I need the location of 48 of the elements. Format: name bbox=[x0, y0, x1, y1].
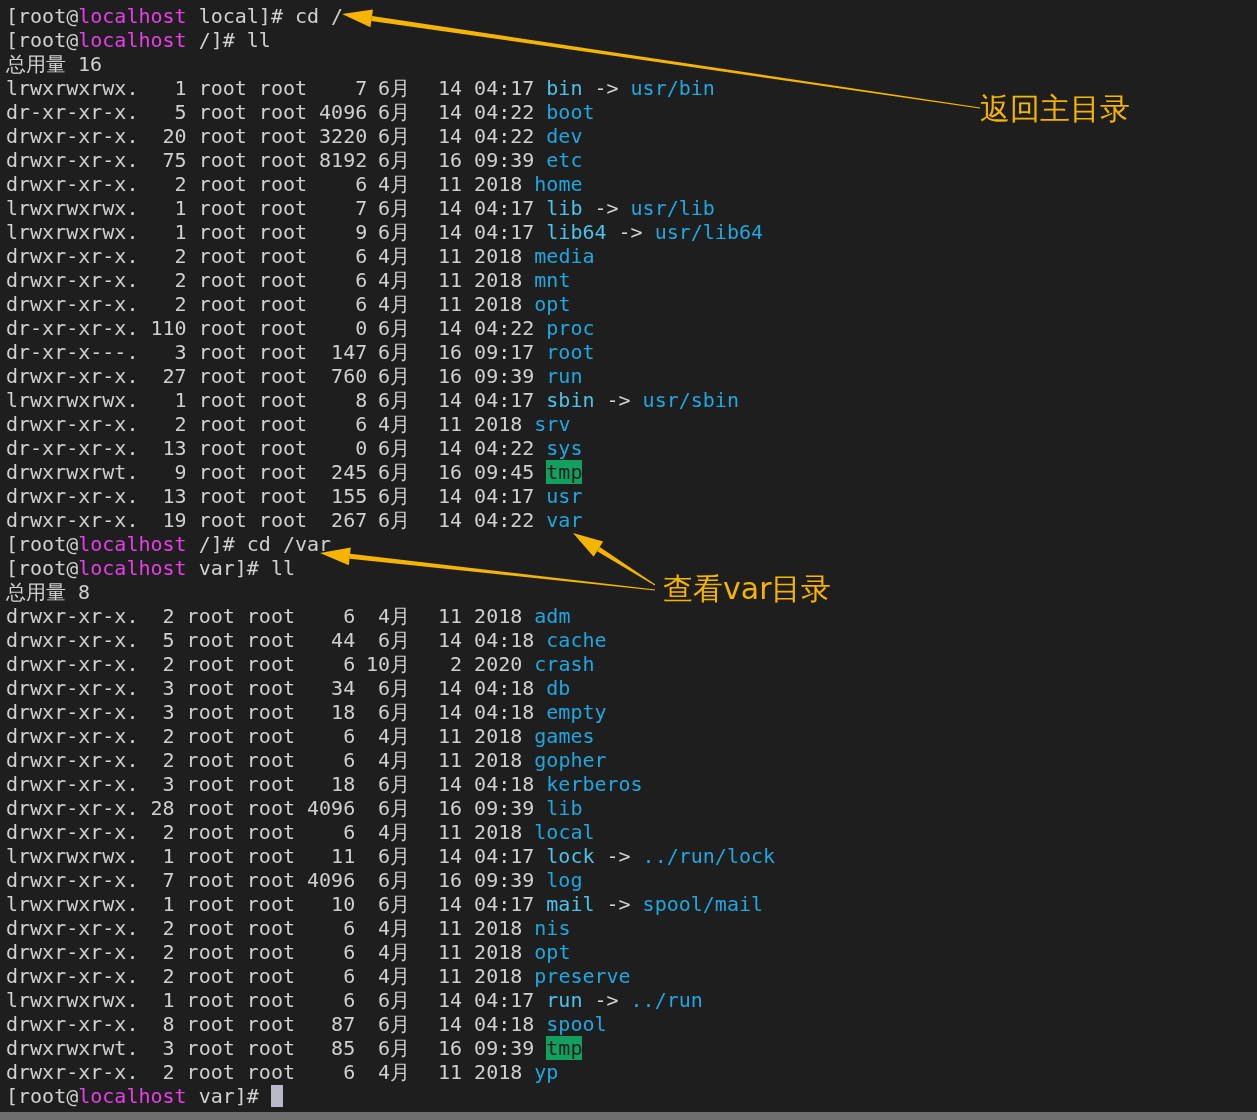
listing-row: drwxrwxrwt. 9 root root 245 6月 16 09:45 tmp bbox=[6, 460, 583, 484]
listing-row: lrwxrwxrwx. 1 root root 11 6月 14 04:17 lock -> ../run/lock bbox=[6, 844, 776, 868]
total-line: 总用量 8 bbox=[6, 580, 91, 604]
listing-row: drwxr-xr-x. 3 root root 18 6月 14 04:18 kerberos bbox=[6, 772, 643, 796]
annotation-label: 返回主目录 bbox=[980, 90, 1130, 128]
listing-row: drwxr-xr-x. 2 root root 6 4月 11 2018 mnt bbox=[6, 268, 571, 292]
listing-row: drwxr-xr-x. 2 root root 6 4月 11 2018 gopher bbox=[6, 748, 607, 772]
listing-row: drwxr-xr-x. 2 root root 6 4月 11 2018 adm bbox=[6, 604, 571, 628]
prompt-line: [root@localhost var]# ll bbox=[6, 556, 295, 580]
listing-row: drwxr-xr-x. 3 root root 18 6月 14 04:18 empty bbox=[6, 700, 607, 724]
listing-row: lrwxrwxrwx. 1 root root 10 6月 14 04:17 mail -> spool/mail bbox=[6, 892, 763, 916]
listing-row: lrwxrwxrwx. 1 root root 6 6月 14 04:17 run -> ../run bbox=[6, 988, 703, 1012]
listing-row: drwxr-xr-x. 20 root root 3220 6月 14 04:22 dev bbox=[6, 124, 583, 148]
listing-row: drwxr-xr-x. 8 root root 87 6月 14 04:18 spool bbox=[6, 1012, 607, 1036]
listing-row: drwxr-xr-x. 2 root root 6 4月 11 2018 srv bbox=[6, 412, 571, 436]
prompt-line: [root@localhost var]# bbox=[6, 1084, 260, 1108]
listing-row: drwxr-xr-x. 2 root root 6 4月 11 2018 local bbox=[6, 820, 595, 844]
listing-row: drwxr-xr-x. 13 root root 155 6月 14 04:17 usr bbox=[6, 484, 583, 508]
listing-row: dr-xr-xr-x. 13 root root 0 6月 14 04:22 sys bbox=[6, 436, 583, 460]
total-line: 总用量 16 bbox=[6, 52, 103, 76]
listing-row: drwxr-xr-x. 2 root root 6 10月 2 2020 crash bbox=[6, 652, 595, 676]
listing-row: drwxr-xr-x. 75 root root 8192 6月 16 09:39 etc bbox=[6, 148, 583, 172]
listing-row: drwxr-xr-x. 3 root root 34 6月 14 04:18 db bbox=[6, 676, 571, 700]
listing-row: drwxr-xr-x. 27 root root 760 6月 16 09:39 run bbox=[6, 364, 583, 388]
listing-row: drwxrwxrwt. 3 root root 85 6月 16 09:39 tmp bbox=[6, 1036, 583, 1060]
listing-row: drwxr-xr-x. 7 root root 4096 6月 16 09:39 log bbox=[6, 868, 583, 892]
listing-row: drwxr-xr-x. 2 root root 6 4月 11 2018 home bbox=[6, 172, 583, 196]
listing-row: dr-xr-xr-x. 5 root root 4096 6月 14 04:22 boot bbox=[6, 100, 595, 124]
listing-row: drwxr-xr-x. 2 root root 6 4月 11 2018 opt bbox=[6, 292, 571, 316]
listing-row: lrwxrwxrwx. 1 root root 7 6月 14 04:17 bin -> usr/bin bbox=[6, 76, 715, 100]
listing-row: drwxr-xr-x. 2 root root 6 4月 11 2018 opt bbox=[6, 940, 571, 964]
listing-row: drwxr-xr-x. 2 root root 6 4月 11 2018 preserve bbox=[6, 964, 631, 988]
listing-row: lrwxrwxrwx. 1 root root 7 6月 14 04:17 lib -> usr/lib bbox=[6, 196, 715, 220]
listing-row: lrwxrwxrwx. 1 root root 9 6月 14 04:17 lib64 -> usr/lib64 bbox=[6, 220, 763, 244]
prompt-line: [root@localhost /]# ll bbox=[6, 28, 271, 52]
listing-row: drwxr-xr-x. 2 root root 6 4月 11 2018 yp bbox=[6, 1060, 559, 1084]
listing-row: drwxr-xr-x. 19 root root 267 6月 14 04:22 var bbox=[6, 508, 583, 532]
prompt-line: [root@localhost local]# cd / bbox=[6, 4, 344, 28]
listing-row: drwxr-xr-x. 2 root root 6 4月 11 2018 nis bbox=[6, 916, 571, 940]
listing-row: dr-xr-xr-x. 110 root root 0 6月 14 04:22 proc bbox=[6, 316, 595, 340]
listing-row: drwxr-xr-x. 28 root root 4096 6月 16 09:39 lib bbox=[6, 796, 583, 820]
annotation-label: 查看var目录 bbox=[663, 570, 832, 608]
listing-row: lrwxrwxrwx. 1 root root 8 6月 14 04:17 sbin -> usr/sbin bbox=[6, 388, 739, 412]
listing-row: drwxr-xr-x. 2 root root 6 4月 11 2018 games bbox=[6, 724, 595, 748]
listing-row: drwxr-xr-x. 5 root root 44 6月 14 04:18 cache bbox=[6, 628, 607, 652]
listing-row: dr-xr-x---. 3 root root 147 6月 16 09:17 root bbox=[6, 340, 595, 364]
listing-row: drwxr-xr-x. 2 root root 6 4月 11 2018 media bbox=[6, 244, 595, 268]
prompt-line: [root@localhost /]# cd /var bbox=[6, 532, 332, 556]
